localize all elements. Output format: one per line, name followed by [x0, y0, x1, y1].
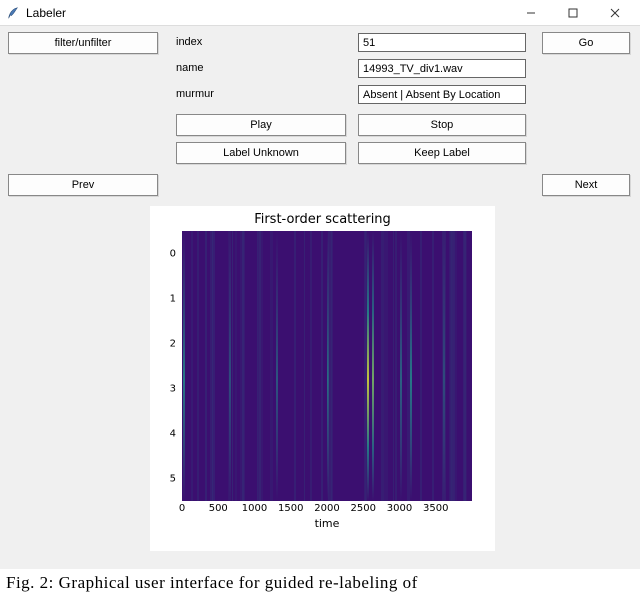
name-field[interactable] — [358, 59, 526, 78]
chart-noise — [432, 231, 435, 501]
chart-noise — [294, 231, 296, 501]
index-field[interactable] — [358, 33, 526, 52]
chart-noise — [442, 231, 446, 501]
label-unknown-button[interactable]: Label Unknown — [176, 142, 346, 164]
figure-caption: Fig. 2: Graphical user interface for gui… — [0, 569, 640, 593]
chart-y-tick: 1 — [170, 293, 176, 304]
chart-title: First-order scattering — [154, 212, 491, 227]
name-label: name — [176, 62, 204, 74]
chart-noise — [197, 231, 199, 501]
index-label: index — [176, 36, 202, 48]
chart-y-tick: 5 — [170, 473, 176, 484]
chart-noise — [205, 231, 207, 501]
chart-streak — [410, 231, 412, 501]
chart-y-tick: 4 — [170, 428, 176, 439]
murmur-field[interactable] — [358, 85, 526, 104]
chart-y-tick: 0 — [170, 248, 176, 259]
chart-noise — [381, 231, 384, 501]
chart-noise — [395, 231, 398, 501]
chart-x-tick: 0 — [179, 503, 185, 514]
chart-streak — [276, 231, 278, 501]
go-button[interactable]: Go — [542, 32, 630, 54]
chart-noise — [228, 231, 231, 501]
maximize-button[interactable] — [552, 0, 594, 26]
chart-panel: First-order scattering 0 1 2 3 4 5 0 500 1000 15… — [150, 206, 495, 551]
chart-x-tick: 500 — [209, 503, 228, 514]
keep-label-button[interactable]: Keep Label — [358, 142, 526, 164]
chart-noise — [331, 231, 333, 501]
chart-x-tick: 3500 — [423, 503, 448, 514]
chart-x-label: time — [182, 517, 472, 530]
chart-x-tick: 1500 — [278, 503, 303, 514]
chart-noise — [257, 231, 258, 501]
chart-noise — [270, 231, 273, 501]
chart-x-tick: 2500 — [351, 503, 376, 514]
chart-noise — [304, 231, 305, 501]
chart-y-tick: 3 — [170, 383, 176, 394]
close-button[interactable] — [594, 0, 636, 26]
window-title: Labeler — [26, 6, 510, 20]
chart-noise — [384, 231, 388, 501]
chart-streak — [372, 231, 374, 501]
chart-noise — [449, 231, 453, 501]
titlebar: Labeler — [0, 0, 640, 26]
chart-noise — [321, 231, 322, 501]
chart-noise — [232, 231, 233, 501]
chart-noise — [463, 231, 466, 501]
murmur-label: murmur — [176, 88, 214, 100]
chart-x-tick: 1000 — [242, 503, 267, 514]
filter-button[interactable]: filter/unfilter — [8, 32, 158, 54]
chart-x-axis: 0 500 1000 1500 2000 2500 3000 3500 — [182, 501, 472, 517]
stop-button[interactable]: Stop — [358, 114, 526, 136]
chart-noise — [365, 231, 366, 501]
chart-y-axis: 0 1 2 3 4 5 — [154, 231, 182, 501]
chart-noise — [407, 231, 410, 501]
chart-x-tick: 3000 — [387, 503, 412, 514]
app-icon — [6, 6, 20, 20]
chart-noise — [420, 231, 422, 501]
client-area: filter/unfilter Go index name murmur Pla… — [0, 26, 640, 569]
chart-noise — [310, 231, 313, 501]
chart-streak — [183, 231, 185, 501]
chart-streak — [400, 231, 402, 501]
play-button[interactable]: Play — [176, 114, 346, 136]
chart-noise — [242, 231, 245, 501]
minimize-button[interactable] — [510, 0, 552, 26]
chart-plot-area — [182, 231, 472, 501]
chart-noise — [235, 231, 237, 501]
prev-button[interactable]: Prev — [8, 174, 158, 196]
window-controls — [510, 0, 636, 26]
chart-x-tick: 2000 — [314, 503, 339, 514]
chart-noise — [191, 231, 193, 501]
next-button[interactable]: Next — [542, 174, 630, 196]
chart-noise — [212, 231, 214, 501]
chart-y-tick: 2 — [170, 338, 176, 349]
